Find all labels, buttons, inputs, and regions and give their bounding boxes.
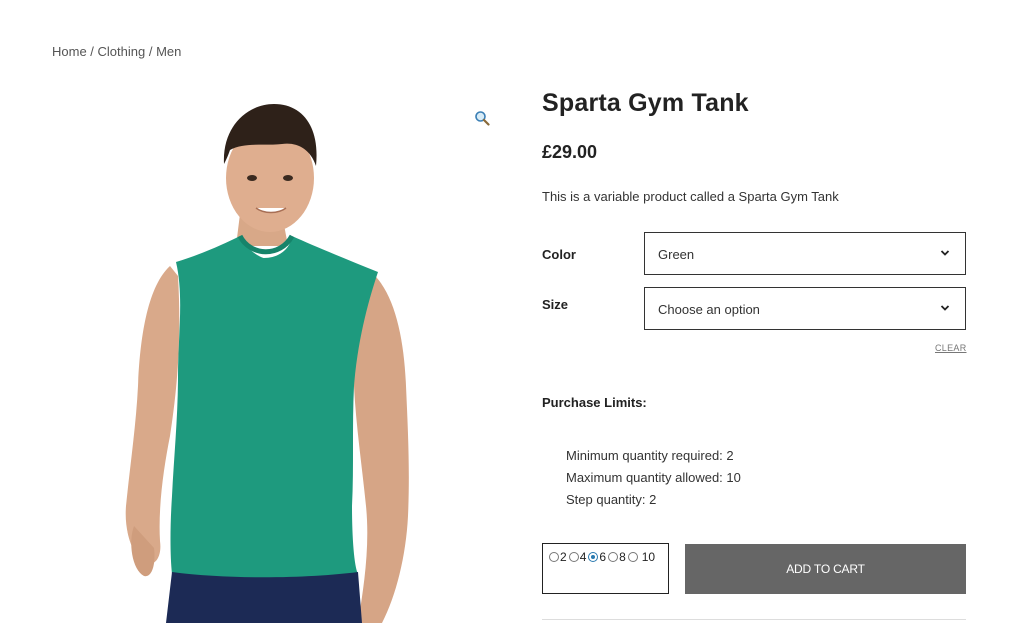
product-price: £29.00 xyxy=(542,142,598,162)
chevron-down-icon xyxy=(940,250,950,256)
quantity-radio-6[interactable] xyxy=(588,552,599,562)
add-to-cart-button[interactable]: ADD TO CART xyxy=(685,544,966,594)
color-select-value: Green xyxy=(658,247,695,262)
quantity-radio-2[interactable] xyxy=(549,552,559,562)
product-photo xyxy=(125,104,409,623)
breadcrumb-clothing-link[interactable]: Clothing xyxy=(98,44,146,59)
breadcrumb: Home / Clothing / Men xyxy=(52,44,181,59)
purchase-limits-title: Purchase Limits: xyxy=(542,395,647,410)
color-select[interactable]: Green xyxy=(644,232,966,275)
product-description: This is a variable product called a Spar… xyxy=(542,189,839,204)
max-quantity-text: Maximum quantity allowed: 10 xyxy=(566,470,741,485)
quantity-radio-8[interactable] xyxy=(608,552,619,562)
quantity-radio-10[interactable] xyxy=(627,552,638,562)
quantity-option-label: 10 xyxy=(641,550,656,564)
quantity-option-label: 4 xyxy=(579,550,587,564)
magnifier-icon[interactable] xyxy=(474,110,490,126)
divider xyxy=(542,619,966,620)
chevron-down-icon xyxy=(940,305,950,311)
min-quantity-text: Minimum quantity required: 2 xyxy=(566,448,734,463)
breadcrumb-home-link[interactable]: Home xyxy=(52,44,87,59)
breadcrumb-current: Men xyxy=(156,44,182,59)
shorts xyxy=(166,572,362,623)
quantity-option-label: 8 xyxy=(619,550,626,564)
product-title: Sparta Gym Tank xyxy=(542,89,749,117)
size-label: Size xyxy=(542,297,569,312)
size-select-value: Choose an option xyxy=(658,302,760,317)
quantity-selector: 2 4 6 8 10 xyxy=(542,543,669,594)
quantity-option-label: 6 xyxy=(599,550,607,564)
quantity-option-label: 2 xyxy=(560,550,567,564)
breadcrumb-separator: / xyxy=(86,44,98,59)
quantity-options: 2 4 6 8 10 xyxy=(549,550,657,564)
step-quantity-text: Step quantity: 2 xyxy=(566,492,657,507)
color-label: Color xyxy=(542,247,576,262)
clear-variations-link[interactable]: CLEAR xyxy=(935,343,967,353)
product-image[interactable] xyxy=(52,86,500,623)
breadcrumb-separator: / xyxy=(145,44,157,59)
tank-top xyxy=(170,236,378,578)
size-select[interactable]: Choose an option xyxy=(644,287,966,330)
quantity-radio-4[interactable] xyxy=(568,552,579,562)
